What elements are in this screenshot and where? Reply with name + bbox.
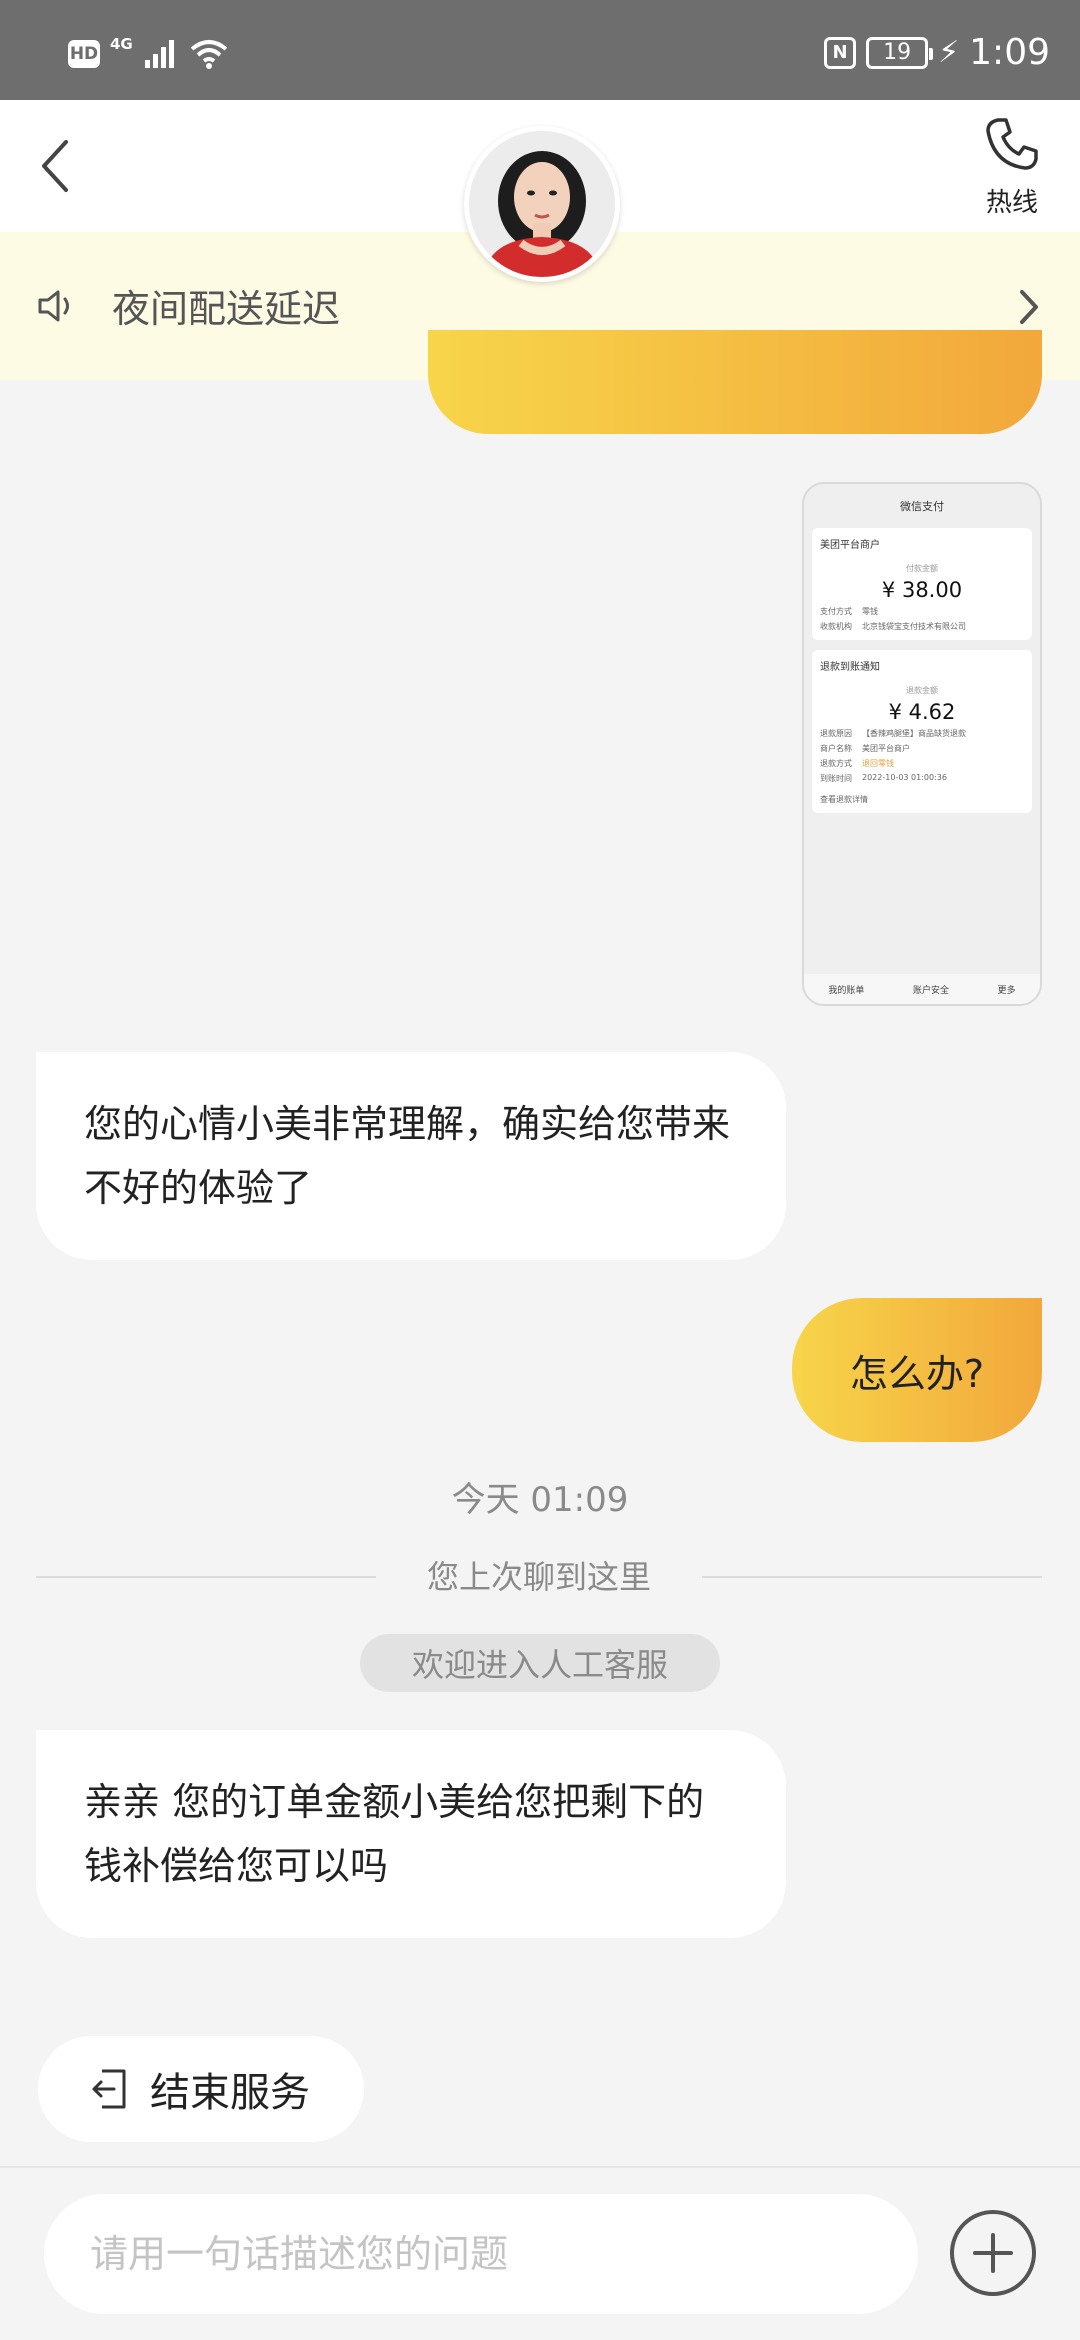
user-message-text: 怎么办? [849, 1351, 985, 1396]
payee-label: 收款机构 [820, 622, 852, 631]
network-type: 4G [110, 35, 133, 53]
pay-method-label: 支付方式 [820, 607, 852, 616]
agent-avatar [464, 126, 620, 282]
merchant-name-label: 商户名称 [820, 744, 852, 753]
phone-icon [986, 118, 1038, 170]
merchant-name-row: 商户名称 美团平台商户 [820, 743, 1024, 754]
refund-label: 退款金额 [906, 686, 938, 695]
end-service-label: 结束服务 [150, 2070, 310, 2116]
refund-method-row: 退款方式 退回零钱 [820, 758, 1024, 769]
battery-icon: 19 [866, 36, 934, 69]
refund-reason-value: 【香辣鸡腿堡】商品缺货退款 [862, 729, 966, 738]
charging-icon: ⚡ [938, 35, 960, 70]
payment-card: 美团平台商户 付款金额 ¥ 38.00 支付方式 零钱 收款机构 北京钱袋宝支付… [812, 528, 1032, 640]
paid-amount: ¥ 38.00 [881, 578, 963, 602]
nfc-icon: N [824, 36, 857, 69]
notice-text: 夜间配送延迟 [112, 287, 341, 331]
chat-screen: HD 4G N 19 ⚡ 1:09 热线 夜间配送延迟 微信支付 美团平台商户 … [0, 0, 1080, 2340]
screenshot-footer: 我的账单 账户安全 更多 [804, 974, 1040, 1004]
payee-row: 收款机构 北京钱袋宝支付技术有限公司 [820, 621, 1024, 632]
agent-message-bubble: 您的心情小美非常理解，确实给您带来不好的体验了 [36, 1052, 786, 1260]
chevron-left-icon [42, 140, 68, 192]
divider-text: 您上次聊到这里 [426, 1558, 651, 1596]
refund-card: 退款到账通知 退款金额 ¥ 4.62 退款原因 【香辣鸡腿堡】商品缺货退款 商户… [812, 650, 1032, 813]
arrival-time-row: 到账时间 2022-10-03 01:00:36 [820, 773, 1024, 784]
status-time: 1:09 [969, 32, 1050, 73]
payment-merchant: 美团平台商户 [820, 540, 880, 551]
message-input[interactable] [44, 2194, 918, 2314]
speaker-icon [38, 290, 69, 322]
history-divider: 您上次聊到这里 [36, 1552, 1042, 1602]
end-service-button[interactable]: 结束服务 [38, 2036, 364, 2142]
footer-bill: 我的账单 [828, 985, 865, 996]
shared-screenshot-image[interactable]: 微信支付 美团平台商户 付款金额 ¥ 38.00 支付方式 零钱 收款机构 北京… [802, 482, 1042, 1006]
refund-method-value: 退回零钱 [862, 759, 894, 768]
hd-badge: HD [68, 40, 100, 68]
refund-detail-label: 查看退款详情 [820, 795, 868, 804]
screenshot-title: 微信支付 [804, 484, 1040, 528]
back-button[interactable] [30, 130, 90, 200]
agent-message-bubble-2: 亲亲 您的订单金额小美给您把剩下的钱补偿给您可以吗 [36, 1730, 786, 1938]
plus-icon[interactable] [950, 2210, 1036, 2296]
refund-detail-link: 查看退款详情 [820, 794, 1024, 805]
arrival-time-value: 2022-10-03 01:00:36 [862, 773, 947, 782]
input-bar [0, 2166, 1080, 2340]
exit-icon [92, 2069, 126, 2109]
refund-title: 退款到账通知 [820, 662, 880, 673]
payee-value: 北京钱袋宝支付技术有限公司 [862, 622, 966, 631]
refund-reason-row: 退款原因 【香辣鸡腿堡】商品缺货退款 [820, 728, 1024, 739]
merchant-name-value: 美团平台商户 [862, 744, 910, 753]
paid-label: 付款金额 [906, 564, 938, 573]
chevron-right-icon [1020, 290, 1038, 324]
system-notice-pill: 欢迎进入人工客服 [360, 1634, 720, 1692]
chat-timestamp: 今天 01:09 [451, 1480, 629, 1520]
wifi-icon [190, 40, 228, 69]
pay-method-value: 零钱 [862, 607, 878, 616]
hotline-button[interactable]: 热线 [972, 114, 1052, 224]
arrival-time-label: 到账时间 [820, 774, 852, 783]
pay-method-row: 支付方式 零钱 [820, 606, 1024, 617]
footer-security: 账户安全 [912, 985, 949, 996]
user-message-bubble: 怎么办? [792, 1298, 1042, 1442]
user-message-bubble-partial [428, 330, 1042, 434]
refund-amount: ¥ 4.62 [888, 700, 956, 724]
divider-line-right [702, 1576, 1042, 1578]
footer-more: 更多 [997, 985, 1016, 996]
status-bar: HD 4G N 19 ⚡ 1:09 [0, 0, 1080, 100]
refund-method-label: 退款方式 [820, 759, 852, 768]
status-right: N 19 ⚡ 1:09 [824, 32, 1050, 73]
status-left: HD 4G [68, 35, 229, 70]
hotline-label: 热线 [985, 188, 1038, 218]
signal-icon [144, 40, 174, 68]
refund-reason-label: 退款原因 [820, 729, 852, 738]
screenshot-title-text: 微信支付 [900, 500, 944, 513]
